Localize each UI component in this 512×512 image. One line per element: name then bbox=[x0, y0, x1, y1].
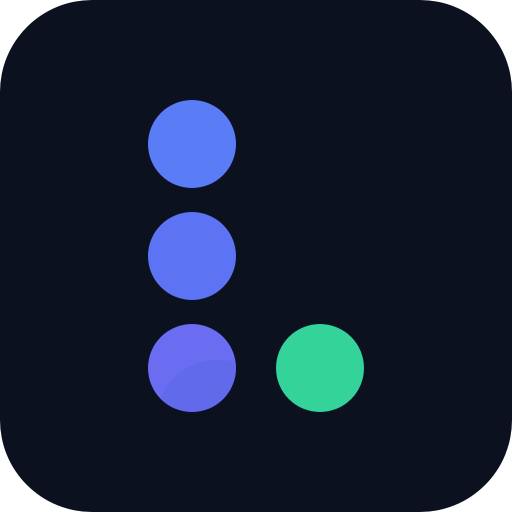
middle-dot bbox=[148, 212, 236, 300]
app-icon bbox=[0, 0, 512, 512]
top-dot bbox=[148, 100, 236, 188]
bottom-dot bbox=[148, 324, 236, 412]
accent-dot bbox=[276, 324, 364, 412]
bottom-dot-sheen bbox=[158, 360, 236, 412]
